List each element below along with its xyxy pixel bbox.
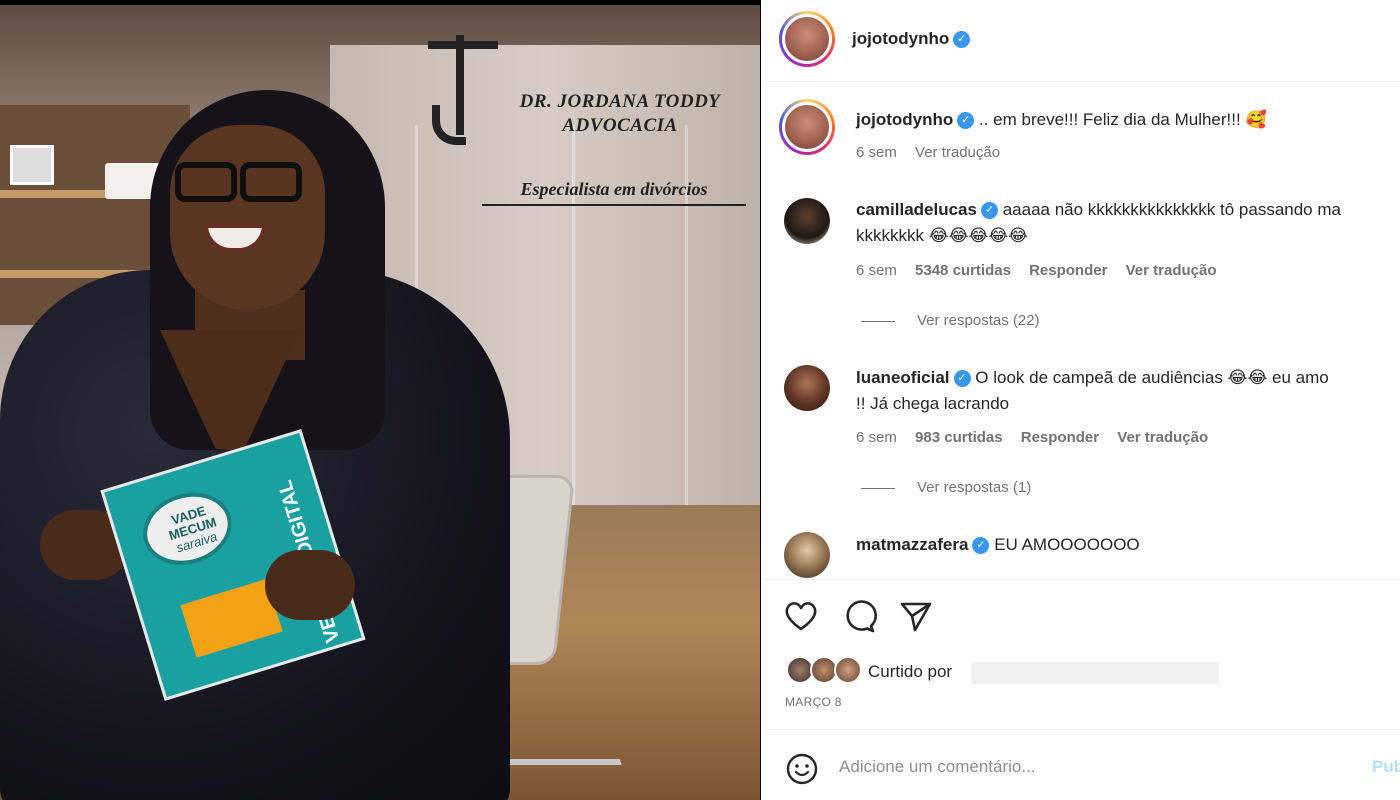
- glasses-right-lens: [240, 162, 302, 202]
- verified-badge-icon: ✓: [953, 31, 971, 49]
- comment-input[interactable]: [839, 749, 1339, 785]
- caption-body: .. em breve!!! Feliz dia da Mulher!!! 🥰: [979, 110, 1267, 129]
- liker-avatar: [834, 656, 862, 684]
- commenter-avatar[interactable]: [784, 532, 830, 578]
- law-firm-name-line2: ADVOCACIA: [562, 115, 678, 136]
- liked-by-label: Curtido por: [868, 662, 953, 681]
- comment-body-line1: O look de campeã de audiências 😂😂 eu amo: [975, 368, 1329, 387]
- glasses-left-lens: [175, 162, 237, 202]
- reply-button[interactable]: Responder: [1029, 262, 1107, 279]
- verified-badge-icon: ✓: [972, 537, 990, 555]
- commenter-avatar[interactable]: [784, 198, 830, 244]
- translate-link[interactable]: Ver tradução: [915, 144, 1000, 161]
- translate-link[interactable]: Ver tradução: [1117, 429, 1208, 446]
- heart-icon[interactable]: [781, 596, 821, 636]
- post-image[interactable]: DR. JORDANA TODDY ADVOCACIA Especialista…: [0, 5, 760, 800]
- translate-link[interactable]: Ver tradução: [1126, 262, 1217, 279]
- comment-likes[interactable]: 983 curtidas: [915, 429, 1003, 446]
- replies-dash: [861, 320, 895, 322]
- comment-username[interactable]: luaneoficial: [856, 368, 950, 387]
- comment-body-line2: kkkkkkkk 😂😂😂😂😂: [856, 226, 1029, 245]
- law-firm-tagline: Especialista em divórcios: [482, 179, 746, 206]
- replies-dash: [861, 487, 895, 489]
- face: [170, 125, 325, 310]
- comment-text: matmazzafera ✓ EU AMOOOOOOO: [856, 532, 1400, 558]
- comment-text: luaneoficial ✓ O look de campeã de audiên…: [856, 365, 1400, 391]
- paper-plane-icon[interactable]: [896, 596, 936, 636]
- comment-username[interactable]: matmazzafera: [856, 535, 968, 554]
- action-bar: [761, 579, 1400, 651]
- comment-body-line2: !! Já chega lacrando: [856, 394, 1010, 413]
- verified-badge-icon: ✓: [953, 370, 971, 388]
- verified-badge-icon: ✓: [957, 112, 975, 130]
- view-replies-label[interactable]: Ver respostas (1): [917, 479, 1031, 496]
- liked-by-names-blurred[interactable]: [971, 662, 1219, 684]
- commenter-avatar[interactable]: [784, 365, 830, 411]
- comment-meta: 6 sem 5348 curtidas Responder Ver traduç…: [856, 262, 1231, 279]
- caption-username[interactable]: jojotodynho: [856, 110, 953, 129]
- comment-time: 6 sem: [856, 429, 897, 446]
- smiley-icon[interactable]: [785, 752, 819, 786]
- caption-time: 6 sem: [856, 144, 897, 161]
- author-username-text[interactable]: jojotodynho: [852, 29, 949, 48]
- verified-badge-icon: ✓: [980, 202, 998, 220]
- author-username[interactable]: jojotodynho ✓: [852, 29, 971, 49]
- reply-button[interactable]: Responder: [1021, 429, 1099, 446]
- comment-text: camilladelucas ✓ aaaaa não kkkkkkkkkkkkkk…: [856, 197, 1400, 223]
- post-date[interactable]: MARÇO 8: [785, 695, 842, 709]
- law-firm-name: DR. JORDANA TODDY ADVOCACIA: [505, 90, 735, 138]
- comment-body-line1: aaaaa não kkkkkkkkkkkkkkk tô passando ma: [1002, 200, 1341, 219]
- view-replies-label[interactable]: Ver respostas (22): [917, 312, 1040, 329]
- comment-icon[interactable]: [839, 596, 879, 636]
- comment-body-line1: EU AMOOOOOOO: [994, 535, 1140, 554]
- add-comment-bar: Pub: [761, 729, 1400, 800]
- comment-username[interactable]: camilladelucas: [856, 200, 977, 219]
- comment-time: 6 sem: [856, 262, 897, 279]
- view-replies-button[interactable]: Ver respostas (1): [861, 479, 1031, 496]
- right-hand: [265, 550, 355, 620]
- caption-text: jojotodynho ✓ .. em breve!!! Feliz dia da…: [856, 107, 1400, 133]
- publish-button[interactable]: Pub: [1372, 757, 1400, 777]
- post-header: jojotodynho ✓: [761, 0, 1400, 82]
- view-replies-button[interactable]: Ver respostas (22): [861, 312, 1040, 329]
- caption-meta: 6 sem Ver tradução: [856, 144, 1014, 161]
- comments-list[interactable]: jojotodynho ✓ .. em breve!!! Feliz dia da…: [761, 83, 1400, 578]
- post-side-panel: jojotodynho ✓ jojotodynho ✓ .. em breve!!!…: [761, 0, 1400, 800]
- comment-meta: 6 sem 983 curtidas Responder Ver traduçã…: [856, 429, 1222, 446]
- caption-avatar[interactable]: [779, 99, 835, 155]
- author-avatar[interactable]: [779, 11, 835, 67]
- law-firm-name-line1: DR. JORDANA TODDY: [519, 91, 721, 112]
- comment-likes[interactable]: 5348 curtidas: [915, 262, 1011, 279]
